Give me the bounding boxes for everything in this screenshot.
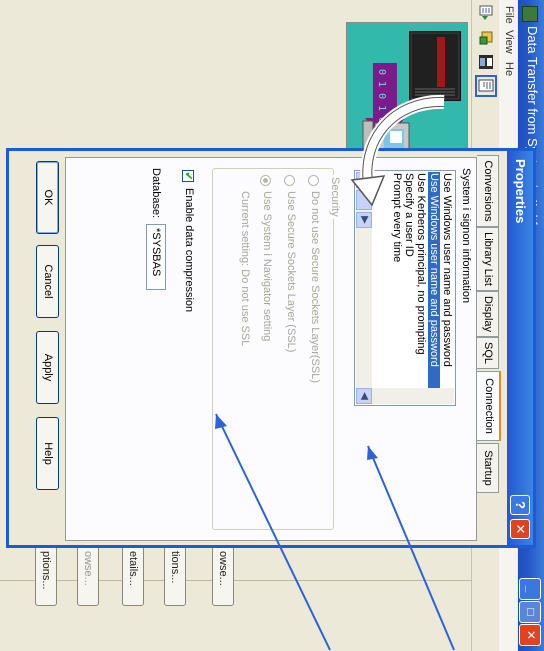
security-caption: Security [329, 175, 341, 219]
compression-checkbox[interactable]: ✔ [182, 170, 194, 182]
security-group: Security Do not use Secure Sockets Layer… [212, 168, 341, 530]
minimize-button[interactable]: _ [519, 578, 541, 600]
scroll-thumb[interactable] [356, 190, 372, 210]
dialog-title-bar: Properties ? ✕ [507, 151, 533, 545]
data-transfer-banner: 0 1 0 1 0 [346, 22, 468, 169]
help-button[interactable]: Help [36, 417, 59, 490]
menu-view[interactable]: View [503, 30, 515, 54]
vertical-scrollbar[interactable] [358, 388, 454, 404]
cancel-button[interactable]: Cancel [36, 245, 59, 318]
transfer-icon[interactable] [478, 5, 494, 21]
radio-no-ssl[interactable] [308, 175, 319, 186]
current-setting-text: Current setting: Do not use SSL [239, 191, 251, 347]
details-button[interactable]: etails... [122, 546, 144, 606]
dialog-title: Properties [513, 159, 528, 224]
connection-panel: System i signon information Use Windows … [65, 157, 477, 541]
tab-startup[interactable]: Startup [477, 443, 499, 493]
horizontal-scrollbar[interactable]: ◀ ▶ ◀ [356, 172, 372, 404]
properties-dialog: Properties ? ✕ Conversions Library List … [6, 148, 536, 548]
database-label: Database: [150, 168, 162, 219]
close-dialog-button[interactable]: ✕ [510, 519, 530, 539]
list-item[interactable]: Specify a user ID [403, 173, 415, 257]
tab-library-list[interactable]: Library List [477, 227, 499, 291]
list-item-selected[interactable]: Use Windows user name and password [428, 172, 440, 403]
radio-navigator-label: Use System i Navigator setting [261, 191, 273, 342]
tab-strip: Conversions Library List Display SQL Con… [477, 155, 501, 545]
list-item[interactable]: Prompt every time [391, 173, 403, 262]
radio-no-ssl-label: Do not use Secure Sockets Layer(SSL) [309, 191, 321, 383]
compression-label: Enable data compression [183, 188, 195, 313]
tab-conversions[interactable]: Conversions [477, 155, 499, 227]
browse-button-1[interactable]: owse... [212, 546, 234, 606]
save-icon[interactable] [478, 54, 494, 70]
connect-icon[interactable] [478, 30, 494, 46]
signon-heading: System i signon information [460, 168, 472, 304]
app-icon [522, 6, 538, 22]
menu-help[interactable]: He [503, 62, 515, 76]
divider [0, 580, 472, 581]
browse-button-2[interactable]: owse... [77, 546, 99, 606]
tab-connection[interactable]: Connection [477, 371, 501, 441]
radio-navigator-setting[interactable] [260, 175, 271, 186]
options-button-1[interactable]: tions... [164, 546, 186, 606]
database-field[interactable]: *SYSBAS [146, 224, 166, 290]
scroll-right-icon[interactable]: ▶ [356, 212, 372, 228]
properties-icon [478, 79, 494, 92]
help-title-button[interactable]: ? [510, 495, 530, 515]
options-button-2[interactable]: ptions... [35, 546, 57, 606]
radio-use-ssl-label: Use Secure Sockets Layer (SSL) [285, 191, 297, 353]
scroll-corner-icon[interactable]: ◀ [356, 388, 372, 404]
close-window-button[interactable]: ✕ [519, 624, 541, 646]
tab-sql[interactable]: SQL [477, 337, 499, 369]
list-item[interactable]: Use Kerberos principal, no prompting [415, 173, 427, 355]
maximize-icon: □ [519, 601, 541, 623]
tab-display[interactable]: Display [477, 291, 499, 337]
list-item[interactable]: Use Windows user name and password [441, 173, 453, 367]
radio-use-ssl[interactable] [284, 175, 295, 186]
ok-button[interactable]: OK [36, 161, 59, 234]
apply-button[interactable]: Apply [36, 331, 59, 404]
signon-listbox[interactable]: Use Windows user name and password Use W… [354, 170, 456, 406]
menu-file[interactable]: File [503, 6, 515, 24]
svg-text:0 1 0 1 0: 0 1 0 1 0 [376, 69, 387, 123]
properties-toolbar-button[interactable] [475, 75, 497, 97]
scroll-left-icon[interactable]: ◀ [356, 172, 372, 188]
